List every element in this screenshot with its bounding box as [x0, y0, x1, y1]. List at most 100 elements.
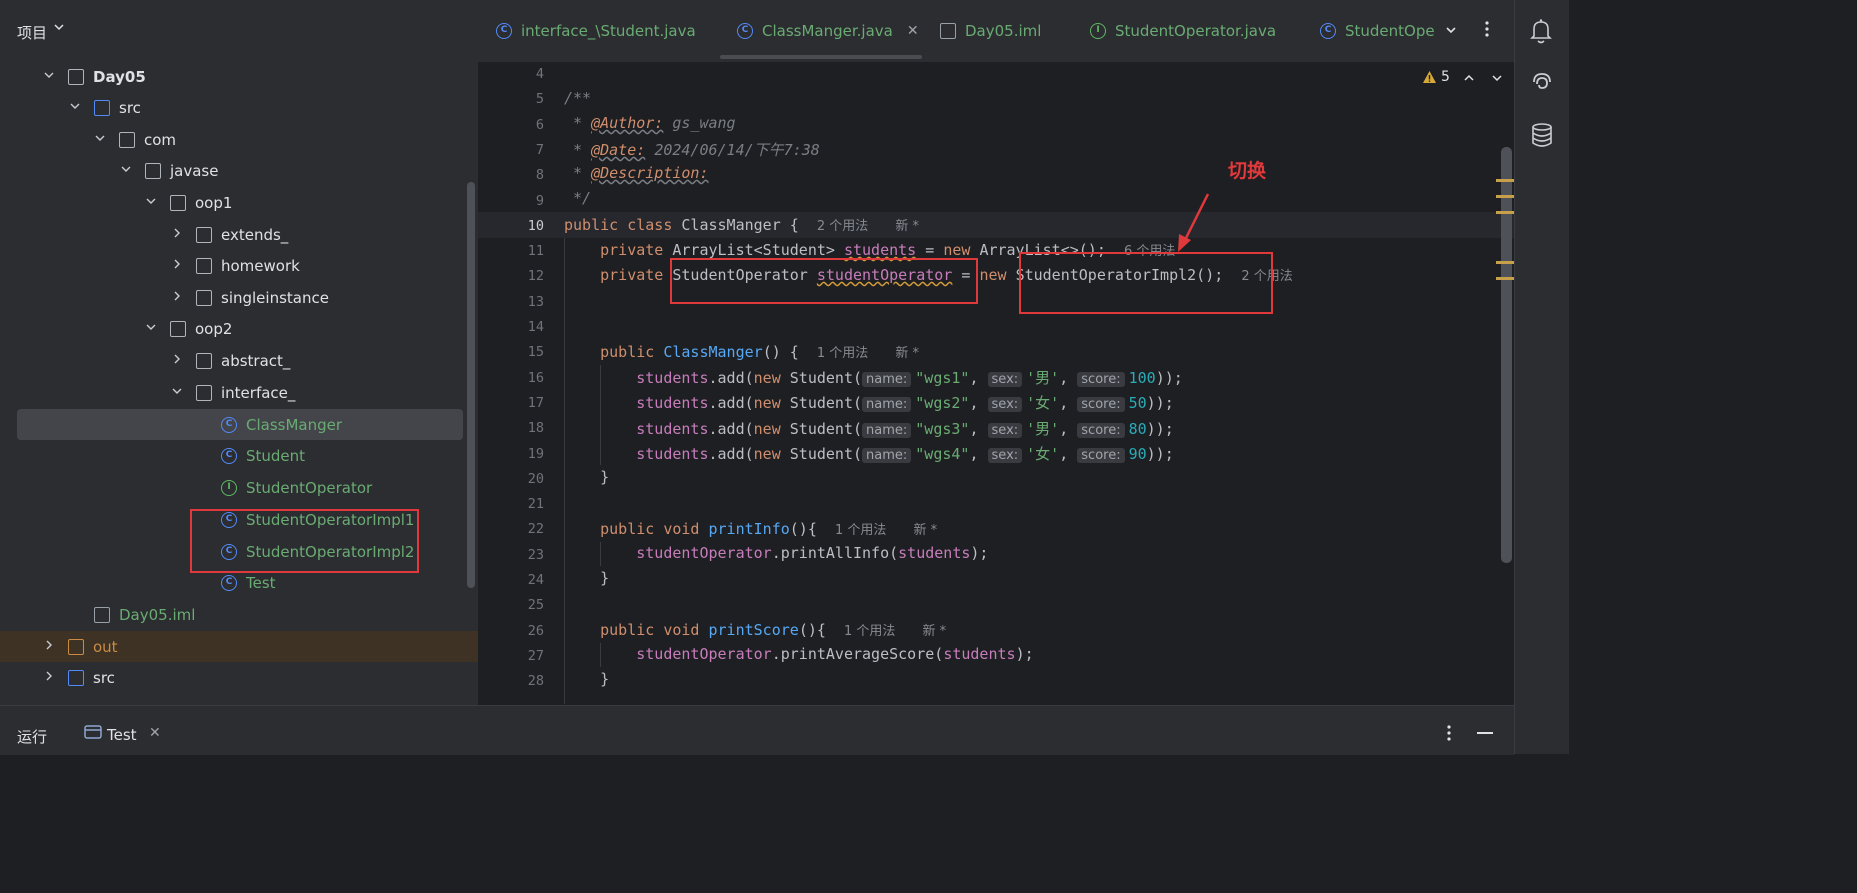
- scroll-marker[interactable]: [1496, 277, 1514, 280]
- next-highlight-icon[interactable]: [1490, 70, 1504, 89]
- chevron-down-icon[interactable]: [42, 69, 56, 84]
- code-line-5: /**: [564, 89, 592, 107]
- tree-item-day05[interactable]: Day05: [0, 61, 478, 92]
- scroll-marker[interactable]: [1496, 261, 1514, 264]
- run-tab-label[interactable]: Test: [107, 726, 137, 744]
- tree-item-oop1[interactable]: oop1: [0, 187, 478, 218]
- tree-item-src[interactable]: src: [0, 92, 478, 123]
- right-tool-strip: [1514, 0, 1569, 754]
- file-icon: [940, 23, 956, 39]
- previous-highlight-icon[interactable]: [1462, 70, 1476, 89]
- chevron-right-icon[interactable]: [170, 258, 184, 273]
- code-line-26: public void printScore(){ 1 个用法 新 *: [600, 621, 947, 639]
- tree-item-label: oop1: [195, 193, 233, 212]
- chevron-down-icon[interactable]: [144, 321, 158, 336]
- line-number: 9: [535, 192, 544, 209]
- minimize-icon[interactable]: [1477, 732, 1493, 734]
- tree-item-javase[interactable]: javase: [0, 155, 478, 186]
- param-hint-score: score:: [1077, 447, 1125, 463]
- tree-item-label: Day05.iml: [119, 605, 196, 624]
- student-name: "wgs3": [915, 419, 970, 438]
- project-scrollbar[interactable]: [467, 182, 475, 588]
- line-number: 24: [527, 572, 544, 588]
- param-hint-name: name:: [862, 372, 912, 387]
- bottom-tool-window-bar: 运行 Test ✕: [0, 705, 1514, 755]
- line-number: 8: [535, 167, 544, 184]
- tree-item-day05-iml[interactable]: Day05.iml: [0, 599, 478, 630]
- tree-item-extends-[interactable]: extends_: [0, 219, 478, 250]
- tabs-dropdown-icon[interactable]: [1444, 22, 1458, 41]
- tree-item-singleinstance[interactable]: singleinstance: [0, 282, 478, 313]
- editor-scrollbar[interactable]: [1501, 147, 1512, 563]
- run-more-options-icon[interactable]: [1443, 724, 1455, 746]
- chevron-down-icon[interactable]: [68, 100, 82, 115]
- code-line-8: * @Description:: [564, 164, 709, 182]
- chevron-down-icon[interactable]: [52, 20, 66, 38]
- tree-item-classmanger[interactable]: C ClassManger: [0, 409, 478, 440]
- chevron-right-icon[interactable]: [42, 639, 56, 654]
- chevron-right-icon[interactable]: [42, 670, 56, 685]
- package-icon: [170, 320, 186, 337]
- chevron-right-icon[interactable]: [170, 290, 184, 305]
- line-number: 12: [527, 268, 544, 285]
- chevron-down-icon[interactable]: [119, 163, 133, 178]
- class-icon: C: [221, 447, 237, 464]
- tree-item-oop2[interactable]: oop2: [0, 313, 478, 344]
- scroll-marker[interactable]: [1496, 211, 1514, 214]
- database-icon[interactable]: [1531, 123, 1553, 151]
- chevron-down-icon[interactable]: [144, 195, 158, 210]
- student-name: "wgs2": [915, 394, 970, 413]
- inspection-widget[interactable]: 5: [1422, 69, 1450, 85]
- run-tool-title[interactable]: 运行: [17, 726, 47, 747]
- ai-assistant-icon[interactable]: [1530, 70, 1554, 98]
- tree-item-com[interactable]: com: [0, 124, 478, 155]
- line-number: 19: [527, 445, 544, 462]
- line-number: 25: [527, 597, 544, 614]
- package-icon: [119, 131, 135, 148]
- impl-classes-highlight-box: [190, 509, 419, 573]
- module-file-icon: [94, 606, 110, 623]
- tree-item-abstract-[interactable]: abstract_: [0, 345, 478, 376]
- project-panel-title[interactable]: 项目: [17, 22, 47, 43]
- chevron-down-icon[interactable]: [170, 385, 184, 400]
- tree-item-studentoperator[interactable]: I StudentOperator: [0, 472, 478, 503]
- tree-item-out[interactable]: out: [0, 631, 478, 662]
- notifications-icon[interactable]: [1529, 17, 1553, 49]
- runnable-class-icon: C: [221, 574, 237, 591]
- line-number: 14: [527, 319, 544, 335]
- close-tab-icon[interactable]: ✕: [907, 23, 919, 39]
- chevron-down-icon[interactable]: [93, 132, 107, 147]
- class-icon: C: [221, 416, 237, 433]
- param-hint-score: score:: [1077, 422, 1125, 438]
- editor-tab[interactable]: C ClassManger.java ✕: [737, 0, 919, 62]
- tree-item-label: interface_: [221, 383, 296, 402]
- scroll-marker[interactable]: [1496, 179, 1514, 182]
- line-number: 6: [535, 116, 544, 133]
- student-sex: '男': [1026, 419, 1060, 438]
- project-panel: 项目 Day05 src com javase oop1 extends_ homework…: [0, 0, 478, 705]
- tree-item-src[interactable]: src: [0, 662, 478, 693]
- tree-item-interface-[interactable]: interface_: [0, 377, 478, 408]
- tree-item-label: out: [93, 637, 118, 656]
- chevron-right-icon[interactable]: [170, 353, 184, 368]
- chevron-right-icon[interactable]: [170, 227, 184, 242]
- scroll-marker[interactable]: [1496, 195, 1514, 198]
- student-score: 100: [1128, 369, 1156, 387]
- editor-tab[interactable]: Cinterface_\Student.java: [496, 0, 696, 62]
- tree-item-label: oop2: [195, 319, 233, 338]
- line-number: 4: [535, 66, 544, 82]
- tree-item-student[interactable]: C Student: [0, 440, 478, 471]
- line-number: 5: [535, 91, 544, 108]
- code-line-6: * @Author: gs_wang: [564, 114, 736, 132]
- student-score: 80: [1128, 419, 1147, 438]
- tree-item-label: StudentOperator: [246, 478, 373, 497]
- tree-item-homework[interactable]: homework: [0, 250, 478, 281]
- line-number: 20: [527, 470, 544, 487]
- more-options-icon[interactable]: [1479, 20, 1495, 42]
- class-icon: C: [737, 23, 753, 39]
- editor-tab[interactable]: Day05.iml: [940, 0, 1041, 62]
- close-run-tab-icon[interactable]: ✕: [149, 725, 161, 741]
- editor-tab[interactable]: C StudentOpe: [1320, 0, 1435, 62]
- tree-item-label: javase: [170, 161, 219, 180]
- editor-tab[interactable]: I StudentOperator.java: [1090, 0, 1276, 62]
